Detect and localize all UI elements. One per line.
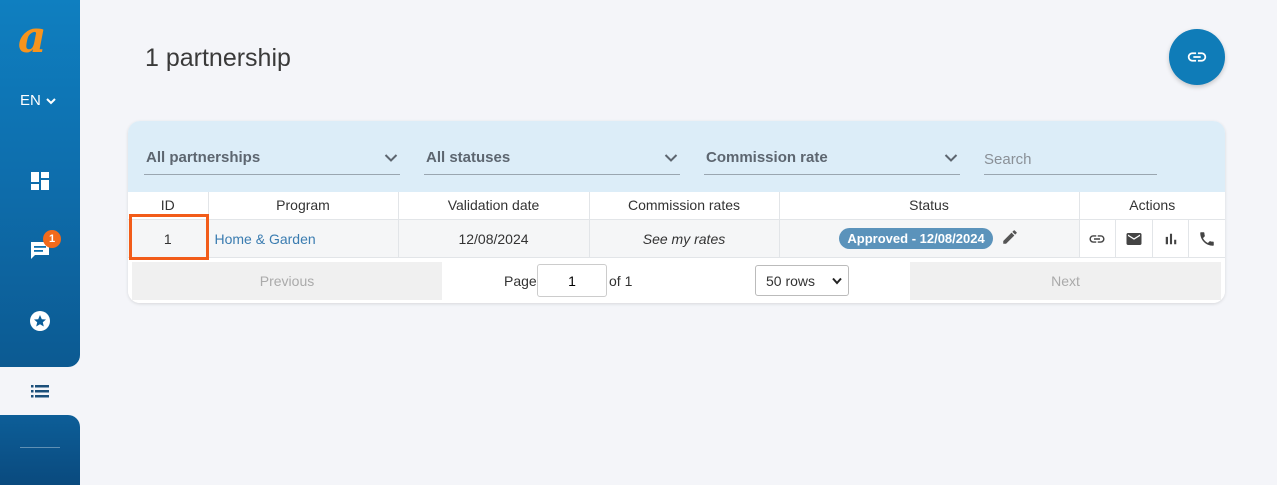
stats-icon[interactable] [1152, 219, 1190, 258]
commission-filter[interactable]: Commission rate [704, 141, 960, 175]
chevron-down-icon [46, 97, 56, 104]
partnerships-table: ID Program Validation date Commission ra… [128, 192, 1225, 258]
status-filter-label: All statuses [426, 149, 511, 166]
cell-id: 1 [128, 219, 209, 258]
rows-per-page-select[interactable]: 50 rows [755, 265, 849, 296]
column-header-status[interactable]: Status [779, 192, 1080, 220]
cell-program: Home & Garden [208, 219, 399, 258]
page-title: 1 partnership [145, 44, 291, 72]
sidebar-bottom [0, 415, 80, 485]
column-header-program[interactable]: Program [208, 192, 399, 220]
star-icon[interactable] [28, 309, 52, 333]
column-header-actions: Actions [1079, 192, 1225, 220]
list-icon[interactable] [28, 379, 52, 403]
status-filter[interactable]: All statuses [424, 141, 680, 175]
page-count-label: of 1 [609, 273, 633, 289]
search-input[interactable] [984, 145, 1157, 175]
pagination: Previous Page of 1 50 rows Next [128, 257, 1225, 303]
dashboard-icon[interactable] [28, 169, 52, 193]
chevron-down-icon [384, 153, 398, 162]
column-header-id[interactable]: ID [128, 192, 209, 220]
table-row: 1 Home & Garden 12/08/2024 See my rates … [128, 219, 1225, 258]
filters-bar: All partnerships All statuses Commission… [128, 121, 1225, 192]
partnerships-filter-label: All partnerships [146, 149, 261, 166]
status-badge: Approved - 12/08/2024 [839, 228, 993, 249]
email-icon[interactable] [1116, 219, 1153, 258]
chevron-down-icon [664, 153, 678, 162]
messages-badge: 1 [43, 230, 61, 248]
brand-logo-icon[interactable]: a [18, 12, 62, 63]
chevron-down-icon [944, 153, 958, 162]
cell-status: Approved - 12/08/2024 [779, 219, 1080, 258]
page-label: Page [504, 273, 537, 289]
column-header-commission-rates[interactable]: Commission rates [589, 192, 780, 220]
svg-text:a: a [18, 18, 47, 58]
phone-icon[interactable] [1189, 219, 1225, 258]
language-selector[interactable]: EN [20, 92, 57, 109]
column-header-validation-date[interactable]: Validation date [398, 192, 590, 220]
link-action-button[interactable] [1169, 29, 1225, 85]
previous-button[interactable]: Previous [132, 262, 442, 300]
rows-per-page-value: 50 rows [766, 272, 816, 289]
sidebar: a EN 1 [0, 0, 80, 485]
commission-filter-label: Commission rate [706, 149, 828, 166]
cell-actions [1079, 219, 1225, 258]
language-label: EN [20, 92, 41, 109]
link-icon[interactable] [1079, 219, 1117, 258]
edit-icon[interactable] [1001, 228, 1019, 249]
partnerships-card: All partnerships All statuses Commission… [128, 121, 1225, 303]
see-rates-link[interactable]: See my rates [643, 231, 725, 247]
partnerships-filter[interactable]: All partnerships [144, 141, 400, 175]
cell-commission: See my rates [589, 219, 780, 258]
chevron-down-icon [832, 277, 842, 285]
next-button[interactable]: Next [910, 262, 1221, 300]
link-icon [1187, 52, 1207, 62]
sidebar-divider [20, 447, 60, 448]
cell-validation-date: 12/08/2024 [398, 219, 590, 258]
program-link[interactable]: Home & Garden [215, 231, 316, 247]
page-number-input[interactable] [537, 264, 607, 297]
